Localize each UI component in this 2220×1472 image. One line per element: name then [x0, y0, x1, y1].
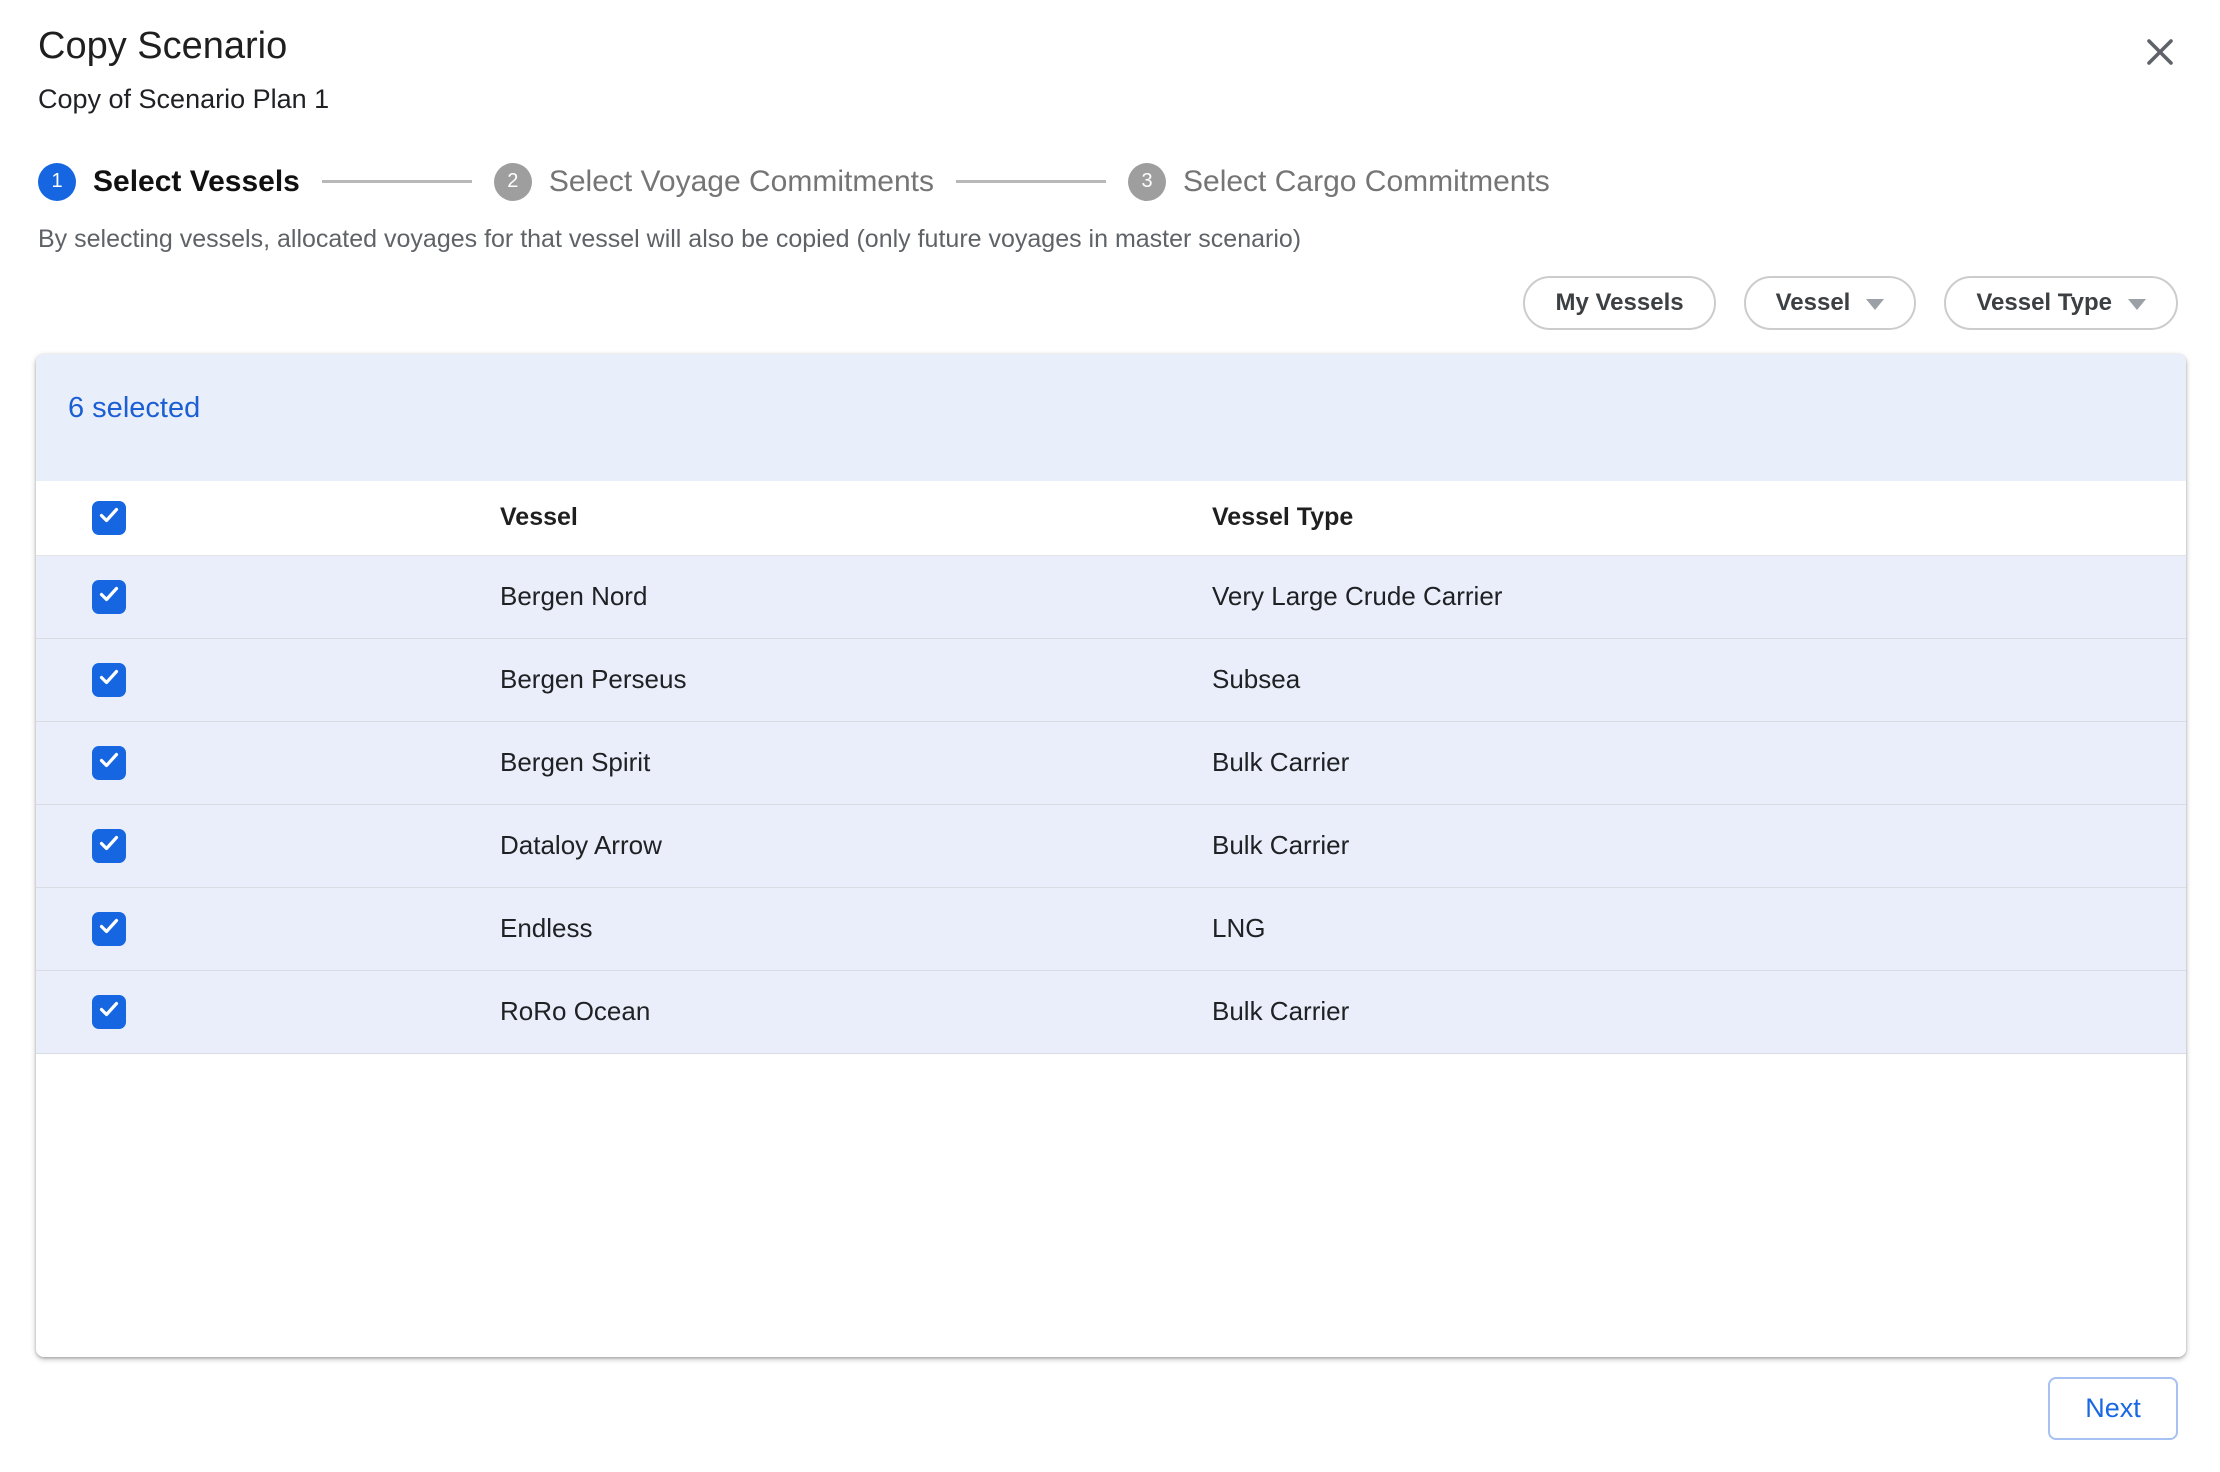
chevron-down-icon [2128, 299, 2146, 310]
chevron-down-icon [1866, 299, 1884, 310]
selection-bar: 6 selected [36, 354, 2186, 481]
check-icon [97, 831, 121, 860]
dialog-footer: Next [0, 1377, 2178, 1440]
page-title: Copy Scenario [38, 24, 329, 70]
table-row[interactable]: Dataloy Arrow Bulk Carrier [36, 805, 2186, 888]
cell-vessel: Bergen Spirit [500, 747, 1212, 778]
step-3-label: Select Cargo Commitments [1183, 165, 1550, 199]
filter-vessel-type[interactable]: Vessel Type [1944, 276, 2178, 330]
step-2-circle: 2 [494, 163, 532, 201]
check-icon [97, 748, 121, 777]
select-all-checkbox[interactable] [92, 501, 126, 535]
check-icon [97, 665, 121, 694]
step-2-label: Select Voyage Commitments [549, 165, 934, 199]
row-checkbox[interactable] [92, 995, 126, 1029]
stepper-connector [956, 180, 1106, 183]
filter-bar: My Vessels Vessel Vessel Type [0, 276, 2178, 330]
close-button[interactable] [2134, 26, 2186, 81]
column-header-vessel: Vessel [500, 503, 1212, 532]
step-select-vessels[interactable]: 1 Select Vessels [38, 163, 300, 201]
table-row[interactable]: RoRo Ocean Bulk Carrier [36, 971, 2186, 1054]
row-checkbox[interactable] [92, 580, 126, 614]
step-select-voyage-commitments[interactable]: 2 Select Voyage Commitments [494, 163, 934, 201]
check-icon [97, 582, 121, 611]
cell-vessel-type: Bulk Carrier [1212, 830, 2186, 861]
row-checkbox[interactable] [92, 663, 126, 697]
cell-vessel-type: LNG [1212, 913, 2186, 944]
cell-vessel: Bergen Nord [500, 581, 1212, 612]
step-1-circle: 1 [38, 163, 76, 201]
filter-vessel[interactable]: Vessel [1744, 276, 1917, 330]
table-row[interactable]: Endless LNG [36, 888, 2186, 971]
cell-vessel: Endless [500, 913, 1212, 944]
check-icon [97, 914, 121, 943]
filter-vessel-label: Vessel [1776, 289, 1851, 317]
cell-vessel: Bergen Perseus [500, 664, 1212, 695]
cell-vessel-type: Subsea [1212, 664, 2186, 695]
step-1-label: Select Vessels [93, 165, 300, 199]
table-row[interactable]: Bergen Nord Very Large Crude Carrier [36, 556, 2186, 639]
check-icon [97, 997, 121, 1026]
filter-my-vessels-label: My Vessels [1555, 289, 1683, 317]
check-icon [97, 503, 121, 532]
row-checkbox-cell [36, 829, 500, 863]
row-checkbox[interactable] [92, 912, 126, 946]
table-empty-area [36, 1054, 2186, 1357]
cell-vessel-type: Bulk Carrier [1212, 996, 2186, 1027]
dialog-subtitle: Copy of Scenario Plan 1 [38, 84, 329, 115]
row-checkbox-cell [36, 912, 500, 946]
row-checkbox-cell [36, 580, 500, 614]
dialog-header: Copy Scenario Copy of Scenario Plan 1 [0, 0, 2220, 115]
step-select-cargo-commitments[interactable]: 3 Select Cargo Commitments [1128, 163, 1550, 201]
close-icon [2140, 60, 2180, 75]
cell-vessel-type: Very Large Crude Carrier [1212, 581, 2186, 612]
step-3-circle: 3 [1128, 163, 1166, 201]
cell-vessel-type: Bulk Carrier [1212, 747, 2186, 778]
row-checkbox[interactable] [92, 746, 126, 780]
row-checkbox-cell [36, 995, 500, 1029]
dialog-title-block: Copy Scenario Copy of Scenario Plan 1 [38, 24, 329, 115]
stepper: 1 Select Vessels 2 Select Voyage Commitm… [38, 163, 2220, 201]
filter-my-vessels[interactable]: My Vessels [1523, 276, 1715, 330]
row-checkbox-cell [36, 663, 500, 697]
stepper-connector [322, 180, 472, 183]
header-checkbox-cell [36, 501, 500, 535]
column-header-vessel-type: Vessel Type [1212, 503, 2186, 532]
next-button[interactable]: Next [2048, 1377, 2178, 1440]
table-row[interactable]: Bergen Spirit Bulk Carrier [36, 722, 2186, 805]
cell-vessel: RoRo Ocean [500, 996, 1212, 1027]
row-checkbox[interactable] [92, 829, 126, 863]
row-checkbox-cell [36, 746, 500, 780]
filter-vessel-type-label: Vessel Type [1976, 289, 2112, 317]
table-row[interactable]: Bergen Perseus Subsea [36, 639, 2186, 722]
selection-count: 6 selected [68, 392, 200, 424]
table-header-row: Vessel Vessel Type [36, 481, 2186, 556]
helper-text: By selecting vessels, allocated voyages … [38, 225, 2220, 254]
cell-vessel: Dataloy Arrow [500, 830, 1212, 861]
vessel-table: 6 selected Vessel Vessel Type Bergen Nor… [36, 354, 2186, 1357]
